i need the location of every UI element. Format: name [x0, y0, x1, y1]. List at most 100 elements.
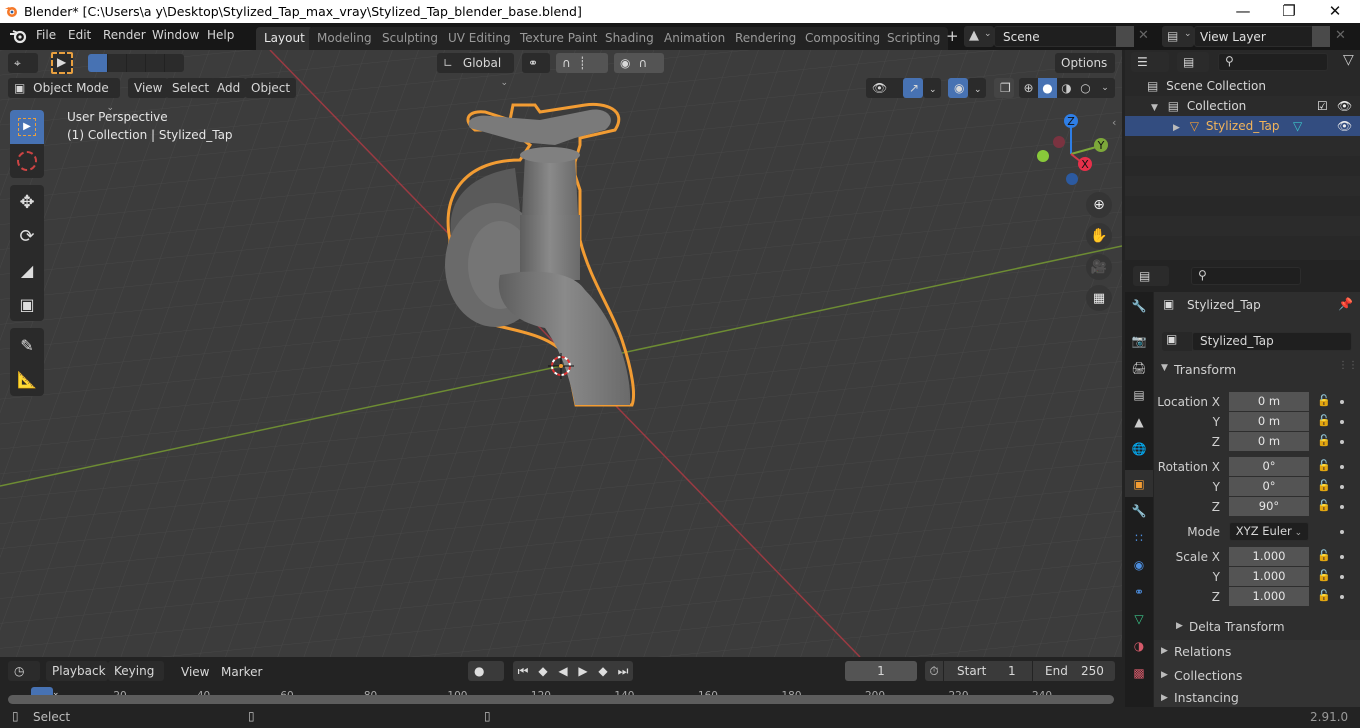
rotation-z-field[interactable]: 90°: [1229, 497, 1309, 516]
location-x-field[interactable]: 0 m: [1229, 392, 1309, 411]
keying-dropdown[interactable]: Keying ⌄: [108, 661, 164, 700]
snap-toggle-button[interactable]: ∩ ┊: [556, 53, 608, 73]
tab-tool[interactable]: 🔧: [1125, 292, 1153, 319]
tab-view-layer[interactable]: ▤: [1125, 381, 1153, 408]
visibility-selectability-dropdown[interactable]: 👁: [866, 78, 906, 98]
tab-scripting[interactable]: Scripting: [879, 27, 949, 50]
minimize-button[interactable]: —: [1220, 0, 1266, 23]
options-dropdown[interactable]: Options ⌄: [1055, 53, 1115, 90]
menu-view[interactable]: View: [128, 78, 169, 98]
jump-end-icon[interactable]: ⏭: [613, 661, 633, 681]
tool-move[interactable]: ✥: [10, 185, 44, 219]
tab-animation[interactable]: Animation: [656, 27, 734, 50]
tool-annotate[interactable]: ✎: [10, 328, 44, 362]
add-workspace-button[interactable]: +: [946, 27, 959, 45]
unlocked-icon[interactable]: 🔓: [1317, 434, 1331, 447]
navigation-gizmo[interactable]: Z Y X: [1030, 110, 1120, 190]
tool-scale[interactable]: ◢: [10, 253, 44, 287]
keyframe-dot-icon[interactable]: [1340, 595, 1344, 599]
scene-name-field[interactable]: Scene: [994, 26, 1122, 47]
pin-icon[interactable]: 📌: [1338, 297, 1353, 311]
menu-object[interactable]: Object: [245, 78, 297, 98]
unlocked-icon[interactable]: 🔓: [1317, 549, 1331, 562]
proportional-editing-button[interactable]: ◉ ∩: [614, 53, 664, 73]
tab-sculpting[interactable]: Sculpting: [374, 27, 447, 50]
keyframe-dot-icon[interactable]: [1340, 440, 1344, 444]
shading-dropdown-icon[interactable]: ⌄: [1095, 78, 1115, 98]
material-preview-icon[interactable]: ◑: [1057, 78, 1076, 98]
view-layer-name-field[interactable]: View Layer: [1194, 26, 1314, 47]
sidebar-toggle-icon[interactable]: ‹: [1112, 116, 1116, 129]
tab-physics[interactable]: ◉: [1125, 551, 1153, 578]
tab-scene[interactable]: ▲: [1125, 408, 1153, 435]
unlocked-icon[interactable]: 🔓: [1317, 589, 1331, 602]
3d-viewport[interactable]: ⌖ ▶ ∟ Global ⌄ ⚭ ∩┊ ◉∩ Options ⌄ ▣ Objec…: [0, 50, 1122, 657]
ortho-toggle-button[interactable]: ▦: [1086, 285, 1112, 311]
select-invert-button[interactable]: [145, 54, 164, 72]
rotation-mode-dropdown[interactable]: XYZ Euler ⌄: [1229, 522, 1309, 541]
tab-world[interactable]: 🌐: [1125, 435, 1153, 462]
timeline-menu-view[interactable]: View: [181, 665, 209, 679]
prev-keyframe-icon[interactable]: ◆: [533, 661, 553, 681]
xray-toggle-button[interactable]: ❐: [994, 78, 1014, 98]
tab-layout[interactable]: Layout: [256, 27, 313, 50]
mode-dropdown[interactable]: ▣ Object Mode ⌄: [8, 78, 120, 113]
transform-section-header[interactable]: ▼ Transform ⋮⋮: [1154, 360, 1360, 380]
keyframe-dot-icon[interactable]: [1340, 465, 1344, 469]
new-view-layer-icon[interactable]: [1312, 26, 1330, 47]
tool-select-box[interactable]: ▶: [10, 110, 44, 144]
relations-section-header[interactable]: ▶ Relations: [1154, 640, 1360, 664]
tab-render[interactable]: 📷: [1125, 327, 1153, 354]
gizmo-toggle-button[interactable]: ↗: [903, 78, 923, 98]
solid-shading-icon[interactable]: ●: [1038, 78, 1057, 98]
properties-search-input[interactable]: ⚲: [1191, 267, 1301, 285]
tab-rendering[interactable]: Rendering: [727, 27, 805, 50]
tab-texture-paint[interactable]: Texture Paint: [512, 27, 606, 50]
display-mode-dropdown[interactable]: ▤: [1177, 52, 1209, 72]
filter-icon[interactable]: ▽: [1343, 52, 1354, 68]
object-name-input[interactable]: Stylized_Tap: [1192, 332, 1352, 351]
pivot-point-dropdown[interactable]: ⚭: [522, 53, 550, 73]
delete-view-layer-icon[interactable]: ✕: [1335, 28, 1346, 43]
tab-texture[interactable]: ▩: [1125, 659, 1153, 686]
eye-icon[interactable]: 👁: [1337, 116, 1352, 136]
keyframe-dot-icon[interactable]: [1340, 555, 1344, 559]
camera-view-button[interactable]: 🎥: [1086, 254, 1112, 280]
rotation-y-field[interactable]: 0°: [1229, 477, 1309, 496]
unlocked-icon[interactable]: 🔓: [1317, 499, 1331, 512]
tab-uv-editing[interactable]: UV Editing: [440, 27, 519, 50]
tab-modifiers[interactable]: 🔧: [1125, 497, 1153, 524]
pan-view-button[interactable]: ✋: [1086, 223, 1112, 249]
tool-select-mode-button[interactable]: ▶: [51, 52, 73, 74]
scene-selector-button[interactable]: ▲ ⌄: [964, 26, 994, 47]
new-scene-icon[interactable]: [1116, 26, 1134, 47]
outliner-row-scene-collection[interactable]: ▤ Scene Collection: [1125, 76, 1360, 96]
expand-right-icon[interactable]: ▶: [1173, 123, 1180, 133]
timeline-menu-marker[interactable]: Marker: [221, 665, 262, 679]
blender-menu-icon[interactable]: [9, 28, 27, 44]
view-layer-selector-button[interactable]: ▤ ⌄: [1162, 26, 1194, 47]
close-window-button[interactable]: ✕: [1312, 0, 1358, 23]
collections-section-header[interactable]: ▶ Collections: [1154, 664, 1360, 688]
expand-down-icon[interactable]: ▼: [1151, 103, 1158, 113]
tool-rotate[interactable]: ⟳: [10, 219, 44, 253]
select-subtract-button[interactable]: [126, 54, 145, 72]
timeline-editor-type-button[interactable]: ◷: [8, 661, 40, 681]
play-icon[interactable]: ▶: [573, 661, 593, 681]
unlocked-icon[interactable]: 🔓: [1317, 459, 1331, 472]
object-browse-button[interactable]: ▣: [1162, 332, 1192, 351]
unlocked-icon[interactable]: 🔓: [1317, 394, 1331, 407]
instancing-section-header[interactable]: ▶ Instancing: [1154, 688, 1360, 707]
tab-material[interactable]: ◑: [1125, 632, 1153, 659]
outliner-editor-type-button[interactable]: ☰: [1131, 52, 1169, 72]
end-frame-field[interactable]: End 250: [1033, 661, 1115, 681]
playback-dropdown[interactable]: Playback ⌄: [46, 661, 108, 698]
tool-transform[interactable]: ▣: [10, 287, 44, 321]
menu-select[interactable]: Select: [166, 78, 216, 98]
eye-icon[interactable]: 👁: [1337, 96, 1352, 116]
play-reverse-icon[interactable]: ◀: [553, 661, 573, 681]
unlocked-icon[interactable]: 🔓: [1317, 479, 1331, 492]
unlocked-icon[interactable]: 🔓: [1317, 569, 1331, 582]
outliner-row-collection[interactable]: ▼ ▤ Collection ☑ 👁: [1125, 96, 1360, 116]
timeline-scrollbar[interactable]: [8, 695, 1114, 704]
